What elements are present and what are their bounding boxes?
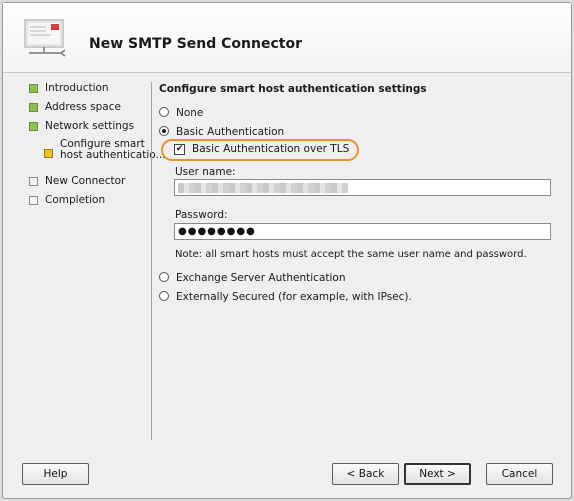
send-connector-icon (24, 19, 66, 57)
step-complete-icon (29, 122, 38, 131)
radio-label: Basic Authentication (176, 126, 285, 138)
next-button[interactable]: Next > (404, 463, 471, 485)
radio-label: Exchange Server Authentication (176, 272, 346, 284)
wizard-window: New SMTP Send Connector Introduction Add… (2, 2, 572, 499)
back-button[interactable]: < Back (332, 463, 399, 485)
radio-button-selected-icon[interactable] (159, 126, 169, 136)
radio-label: Externally Secured (for example, with IP… (176, 291, 412, 303)
checkbox-label: Basic Authentication over TLS (192, 143, 350, 155)
sidebar-divider (151, 82, 152, 440)
step-label: Completion (45, 194, 106, 206)
step-complete-icon (29, 84, 38, 93)
step-network-settings: Network settings (29, 120, 149, 139)
basic-auth-tls-highlight: ✔ Basic Authentication over TLS (161, 139, 359, 161)
username-label: User name: (175, 166, 236, 178)
password-label: Password: (175, 209, 228, 221)
step-new-connector: New Connector (29, 175, 149, 194)
wizard-button-bar: Help < Back Next > Cancel (3, 463, 571, 487)
username-input[interactable] (174, 179, 551, 196)
step-completion: Completion (29, 194, 149, 213)
radio-button-icon[interactable] (159, 272, 169, 282)
radio-none[interactable]: None (159, 107, 203, 119)
step-pending-icon (29, 196, 38, 205)
step-address-space: Address space (29, 101, 149, 120)
step-pending-icon (29, 177, 38, 186)
step-introduction: Introduction (29, 82, 149, 101)
redacted-username (178, 183, 348, 193)
step-complete-icon (29, 103, 38, 112)
step-label: Configure smart host authenticatio... (60, 139, 166, 161)
password-input[interactable]: ●●●●●●●● (174, 223, 551, 240)
step-label: Address space (45, 101, 121, 113)
wizard-steps: Introduction Address space Network setti… (29, 82, 166, 213)
radio-basic-authentication[interactable]: Basic Authentication (159, 126, 284, 138)
step-current-icon (44, 149, 53, 158)
radio-button-icon[interactable] (159, 107, 169, 117)
basic-auth-tls-checkbox[interactable]: ✔ (174, 144, 185, 155)
help-button[interactable]: Help (22, 463, 89, 485)
cancel-button[interactable]: Cancel (486, 463, 553, 485)
radio-button-icon[interactable] (159, 291, 169, 301)
section-heading: Configure smart host authentication sett… (159, 83, 427, 95)
radio-label: None (176, 107, 204, 119)
smart-host-note: Note: all smart hosts must accept the sa… (175, 249, 527, 260)
step-configure-smart-host-auth: Configure smart host authenticatio... (29, 139, 166, 175)
step-label: Network settings (45, 120, 135, 132)
wizard-title: New SMTP Send Connector (89, 36, 302, 52)
step-label: New Connector (45, 175, 126, 187)
step-label-line2: host authenticatio... (60, 149, 166, 161)
radio-externally-secured[interactable]: Externally Secured (for example, with IP… (159, 291, 412, 303)
wizard-header: New SMTP Send Connector (3, 3, 571, 73)
radio-exchange-server-authentication[interactable]: Exchange Server Authentication (159, 272, 346, 284)
step-label: Introduction (45, 82, 109, 94)
